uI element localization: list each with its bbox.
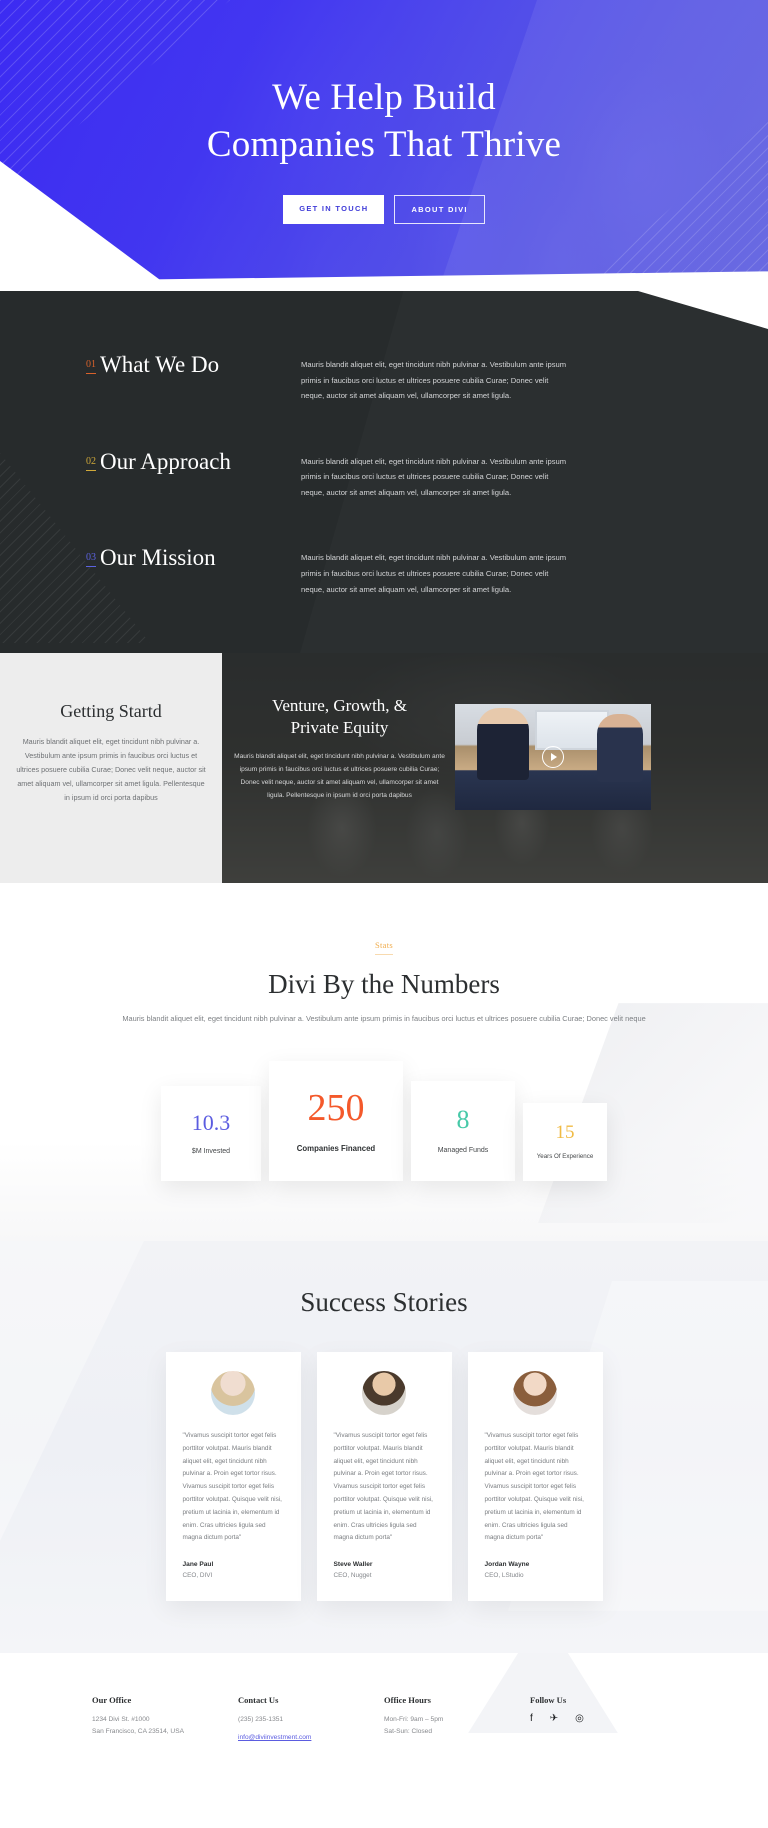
footer-office-title: Our Office [92, 1695, 132, 1706]
stats-subtitle: Mauris blandit aliquet elit, eget tincid… [122, 1014, 646, 1024]
stat-card: 10.3 $M Invested [161, 1085, 261, 1181]
footer-hours-weekend: Sat-Sun: Closed [384, 1728, 433, 1736]
avatar [513, 1370, 557, 1415]
venture-text-block: Venture, Growth, & Private Equity Mauris… [232, 695, 447, 883]
testimonial-quote: "Vivamus suscipit tortor eget felis port… [484, 1431, 584, 1542]
stat-label: Companies Financed [296, 1143, 376, 1153]
site-footer: Our Office 1234 Divi St. #1000 San Franc… [0, 1653, 768, 1785]
video-person-right [597, 714, 643, 783]
footer-columns: Our Office 1234 Divi St. #1000 San Franc… [92, 1695, 676, 1744]
venture-body: Mauris blandit aliquet elit, eget tincid… [234, 752, 445, 800]
footer-column-contact: Contact Us (235) 235-1351 info@diviinves… [238, 1695, 384, 1744]
testimonial-author-role: CEO, DIVI [182, 1572, 213, 1580]
footer-social-links: f ✈ ◎ [530, 1714, 676, 1724]
venture-title: Venture, Growth, & Private Equity [232, 695, 447, 739]
stat-value: 15 [555, 1122, 575, 1144]
service-title: Our Approach [100, 448, 231, 474]
instagram-icon[interactable]: ◎ [575, 1714, 584, 1724]
getting-started-body: Mauris blandit aliquet elit, eget tincid… [16, 737, 206, 803]
stat-card: 250 Companies Financed [269, 1060, 403, 1181]
venture-title-line-2: Private Equity [290, 717, 389, 737]
testimonial-card: "Vivamus suscipit tortor eget felis port… [316, 1351, 452, 1602]
get-in-touch-button[interactable]: GET IN TOUCH [283, 194, 385, 224]
testimonial-author-role: CEO, Nugget [333, 1572, 372, 1580]
testimonial-author-name: Jane Paul [182, 1561, 214, 1569]
hero-content: We Help Build Companies That Thrive GET … [0, 0, 768, 224]
service-title: What We Do [100, 352, 220, 377]
venture-panel: Venture, Growth, & Private Equity Mauris… [222, 653, 768, 884]
footer-follow-title: Follow Us [530, 1695, 567, 1706]
footer-column-hours: Office Hours Mon-Fri: 9am – 5pm Sat-Sun:… [384, 1695, 530, 1744]
venture-content: Venture, Growth, & Private Equity Mauris… [222, 653, 768, 883]
footer-column-follow: Follow Us f ✈ ◎ [530, 1695, 676, 1744]
service-number: 03 [86, 553, 96, 568]
service-heading-group: 03 Our Mission [86, 544, 301, 572]
play-icon[interactable] [542, 746, 564, 769]
testimonials-title: Success Stories [300, 1286, 468, 1317]
testimonial-card-group: "Vivamus suscipit tortor eget felis port… [0, 1351, 768, 1602]
stat-card: 8 Managed Funds [411, 1080, 515, 1181]
venture-video-thumbnail[interactable] [455, 704, 651, 811]
service-body: Mauris blandit aliquet elit, eget tincid… [301, 456, 567, 497]
testimonial-author-name: Steve Waller [333, 1561, 373, 1569]
avatar [211, 1370, 255, 1415]
hero-section: We Help Build Companies That Thrive GET … [0, 0, 768, 291]
facebook-icon[interactable]: f [530, 1714, 533, 1724]
stats-card-group: 10.3 $M Invested 250 Companies Financed … [0, 1060, 768, 1181]
service-body: Mauris blandit aliquet elit, eget tincid… [301, 360, 567, 401]
getting-started-panel: Getting Startd Mauris blandit aliquet el… [0, 653, 222, 884]
service-row: 02 Our Approach Mauris blandit aliquet e… [0, 448, 768, 501]
venture-title-line-1: Venture, Growth, & [271, 696, 408, 716]
service-number: 01 [86, 360, 96, 374]
about-divi-button[interactable]: ABOUT DIVI [394, 194, 485, 224]
service-title: Our Mission [100, 545, 216, 571]
avatar [362, 1370, 406, 1415]
hero-title-line-2: Companies That Thrive [206, 124, 562, 166]
getting-started-title: Getting Startd [60, 701, 162, 722]
stat-label: Managed Funds [437, 1147, 489, 1155]
service-row: 01 What We Do Mauris blandit aliquet eli… [0, 351, 768, 404]
testimonial-quote: "Vivamus suscipit tortor eget felis port… [182, 1431, 282, 1542]
testimonials-section: Success Stories "Vivamus suscipit tortor… [0, 1240, 768, 1654]
hero-title-line-1: We Help Build [272, 77, 496, 118]
footer-hours-weekday: Mon-Fri: 9am – 5pm [384, 1716, 444, 1724]
footer-office-address-line-1: 1234 Divi St. #1000 [92, 1716, 150, 1724]
service-row: 03 Our Mission Mauris blandit aliquet el… [0, 544, 768, 597]
split-section: Getting Startd Mauris blandit aliquet el… [0, 653, 768, 884]
footer-column-office: Our Office 1234 Divi St. #1000 San Franc… [92, 1695, 238, 1744]
footer-hours-title: Office Hours [384, 1695, 431, 1706]
testimonial-card: "Vivamus suscipit tortor eget felis port… [467, 1351, 603, 1602]
services-dark-section: 01 What We Do Mauris blandit aliquet eli… [0, 291, 768, 654]
stats-eyebrow: Stats [374, 940, 394, 956]
testimonial-quote: "Vivamus suscipit tortor eget felis port… [333, 1431, 433, 1542]
footer-office-address-line-2: San Francisco, CA 23514, USA [92, 1728, 184, 1736]
stat-value: 250 [307, 1086, 365, 1129]
stats-header: Stats Divi By the Numbers Mauris blandit… [0, 935, 768, 1027]
page-title: We Help Build Companies That Thrive [0, 74, 768, 169]
testimonial-author-name: Jordan Wayne [484, 1561, 530, 1569]
footer-contact-title: Contact Us [238, 1695, 279, 1706]
testimonial-author-role: CEO, LStudio [484, 1572, 524, 1580]
stat-value: 8 [456, 1105, 470, 1135]
twitter-icon[interactable]: ✈ [550, 1714, 558, 1724]
testimonial-card: "Vivamus suscipit tortor eget felis port… [165, 1351, 301, 1602]
footer-phone: (235) 235-1351 [238, 1716, 284, 1724]
stats-title: Divi By the Numbers [268, 969, 500, 1000]
footer-email-link[interactable]: info@diviinvestment.com [238, 1734, 311, 1741]
service-body: Mauris blandit aliquet elit, eget tincid… [301, 553, 567, 594]
hero-button-group: GET IN TOUCH ABOUT DIVI [0, 194, 768, 224]
stats-section: Stats Divi By the Numbers Mauris blandit… [0, 883, 768, 1241]
service-number: 02 [86, 456, 96, 471]
service-heading-group: 02 Our Approach [86, 448, 301, 476]
stat-label: Years Of Experience [536, 1153, 594, 1161]
stat-label: $M Invested [191, 1147, 231, 1155]
video-person-left [477, 708, 529, 781]
stat-card: 15 Years Of Experience [523, 1102, 607, 1181]
stat-value: 10.3 [191, 1109, 231, 1135]
service-heading-group: 01 What We Do [86, 351, 301, 379]
